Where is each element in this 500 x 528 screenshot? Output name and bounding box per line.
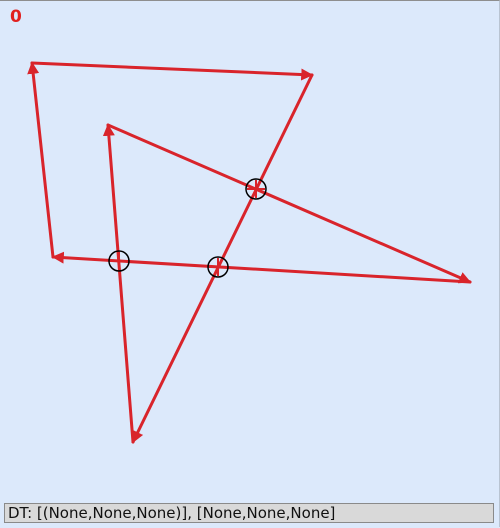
intersection-marker [207,256,229,278]
intersection-marker [245,178,267,200]
game-canvas[interactable]: 0 DT: [(None,None,None)], [None,None,Non… [0,0,500,527]
polygon-edges [27,61,472,444]
polygon-board[interactable] [0,1,500,528]
polygon-edge[interactable] [30,61,314,81]
status-bar: DT: [(None,None,None)], [None,None,None] [4,503,494,523]
polygon-edge[interactable] [27,61,55,259]
polygon-edge[interactable] [106,123,472,284]
polygon-edge[interactable] [102,123,135,444]
intersection-marker [108,250,130,272]
